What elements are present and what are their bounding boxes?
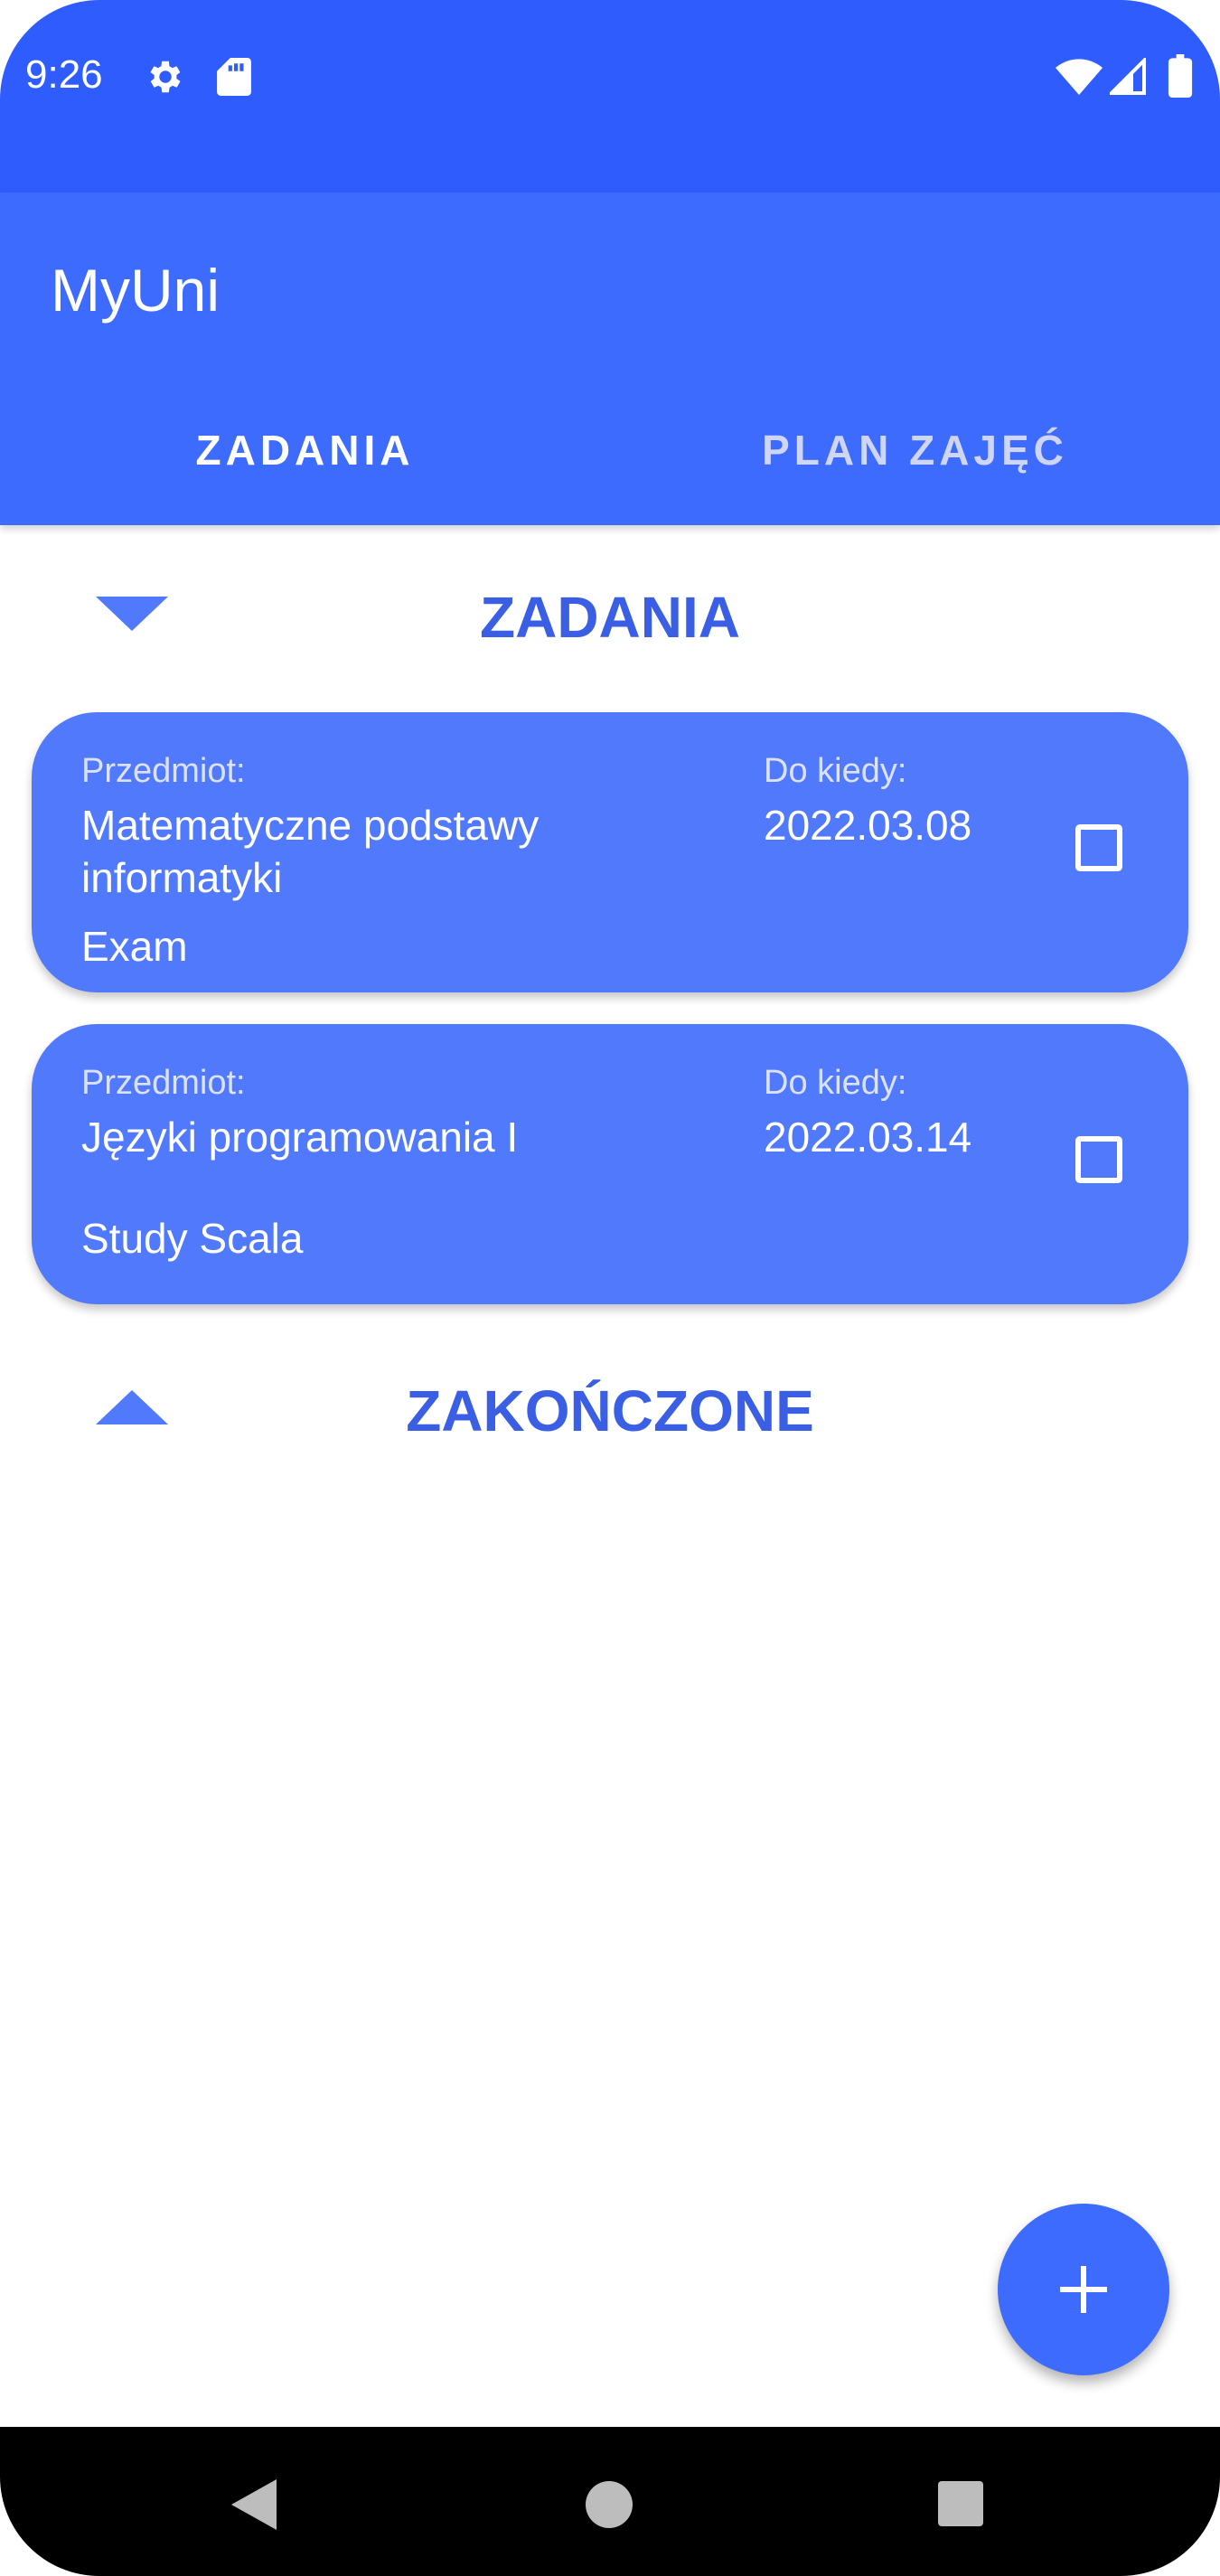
due-value: 2022.03.14: [764, 1114, 972, 1161]
system-nav-bar: [0, 2427, 1220, 2576]
section-title-pending: ZADANIA: [480, 585, 740, 650]
phone-screen: 9:26 MyUni ZADANIA PLAN ZAJĘĆ ZADANIA Pr…: [0, 0, 1220, 2576]
due-label: Do kiedy:: [764, 752, 907, 790]
tab-plan-zajec[interactable]: PLAN ZAJĘĆ: [610, 426, 1220, 475]
task-done-checkbox[interactable]: [1075, 824, 1122, 871]
signal-icon: [1110, 58, 1146, 95]
wifi-icon: [1056, 59, 1103, 95]
settings-icon: [150, 61, 181, 93]
recents-icon[interactable]: [938, 2481, 983, 2526]
plus-icon: [1060, 2266, 1107, 2313]
task-card[interactable]: Przedmiot: Matematyczne podstawy informa…: [32, 712, 1188, 992]
sd-card-icon: [217, 58, 251, 96]
home-icon[interactable]: [586, 2481, 633, 2528]
add-task-button[interactable]: [998, 2204, 1169, 2375]
task-note: Study Scala: [81, 1215, 304, 1262]
task-card[interactable]: Przedmiot: Języki programowania I Do kie…: [32, 1024, 1188, 1304]
status-time: 9:26: [25, 52, 103, 97]
section-header-done[interactable]: ZAKOŃCZONE: [0, 1356, 1220, 1455]
subject-value: Matematyczne podstawy informatyki: [81, 802, 540, 901]
section-title-done: ZAKOŃCZONE: [406, 1378, 814, 1443]
subject-value: Języki programowania I: [81, 1114, 519, 1161]
section-header-pending[interactable]: ZADANIA: [0, 562, 1220, 662]
battery-icon: [1168, 54, 1193, 98]
back-icon[interactable]: [231, 2479, 277, 2530]
tab-zadania[interactable]: ZADANIA: [0, 426, 610, 475]
app-bar: MyUni ZADANIA PLAN ZAJĘĆ: [0, 193, 1220, 525]
task-done-checkbox[interactable]: [1075, 1136, 1122, 1183]
status-bar: 9:26: [0, 0, 1220, 193]
app-title: MyUni: [51, 257, 221, 324]
subject-label: Przedmiot:: [81, 752, 246, 790]
task-note: Exam: [81, 923, 188, 970]
due-label: Do kiedy:: [764, 1064, 907, 1102]
due-value: 2022.03.08: [764, 802, 972, 849]
subject-label: Przedmiot:: [81, 1064, 246, 1102]
